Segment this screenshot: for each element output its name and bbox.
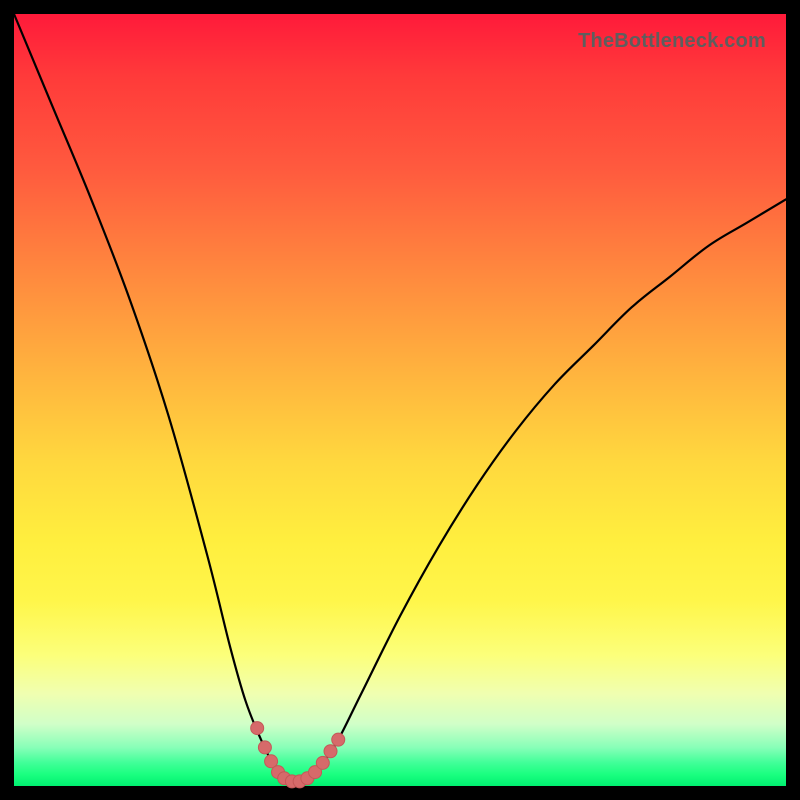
bottleneck-curve xyxy=(14,14,786,786)
optimal-marker xyxy=(258,741,271,754)
optimal-marker xyxy=(324,745,337,758)
optimal-marker xyxy=(332,733,345,746)
plot-area: TheBottleneck.com xyxy=(14,14,786,786)
optimal-marker xyxy=(251,722,264,735)
chart-frame: TheBottleneck.com xyxy=(0,0,800,800)
optimal-marker xyxy=(316,756,329,769)
